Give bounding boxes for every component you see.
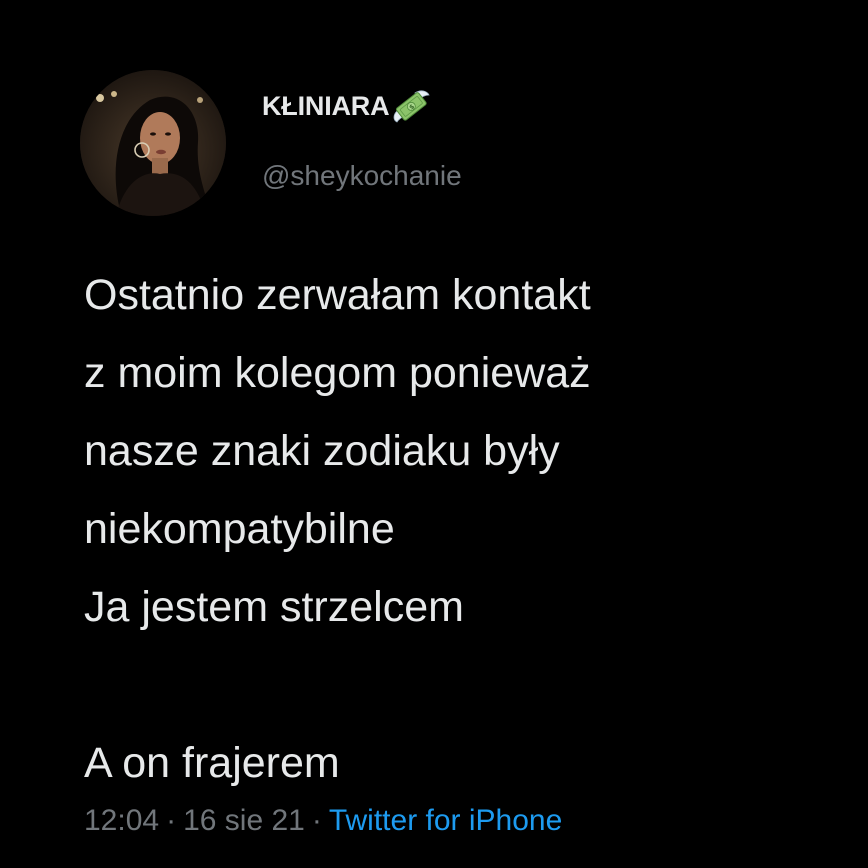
user-handle[interactable]: @sheykochanie [262, 160, 462, 192]
tweet-date[interactable]: 16 sie 21 [183, 804, 305, 837]
source-link[interactable]: Twitter for iPhone [329, 804, 562, 837]
tweet-metadata: 12:04 · 16 sie 21 · Twitter for iPhone [84, 804, 562, 838]
display-name[interactable]: KŁINIARA [262, 91, 390, 122]
tweet-text-line: Ja jestem strzelcem [84, 583, 464, 631]
tweet-text: Ostatnio zerwałam kontakt z moim kolegom… [84, 256, 844, 802]
tweet-text-line: Ostatnio zerwałam kontakt [84, 271, 591, 319]
separator-dot: · [311, 804, 322, 837]
tweet-time[interactable]: 12:04 [84, 804, 159, 837]
profile-photo-icon [80, 70, 226, 216]
money-with-wings-icon: $ [391, 89, 431, 123]
tweet: KŁINIARA $ @sheykochanie Ostatnio zerwał… [0, 0, 868, 868]
tweet-text-line: A on frajerem [84, 739, 340, 787]
display-name-row[interactable]: KŁINIARA $ [262, 86, 431, 126]
separator-dot: · [166, 804, 177, 837]
tweet-text-line: niekompatybilne [84, 505, 395, 553]
tweet-text-line: z moim kolegom ponieważ [84, 349, 591, 397]
tweet-text-line: nasze znaki zodiaku były [84, 427, 560, 475]
avatar[interactable] [80, 70, 226, 216]
